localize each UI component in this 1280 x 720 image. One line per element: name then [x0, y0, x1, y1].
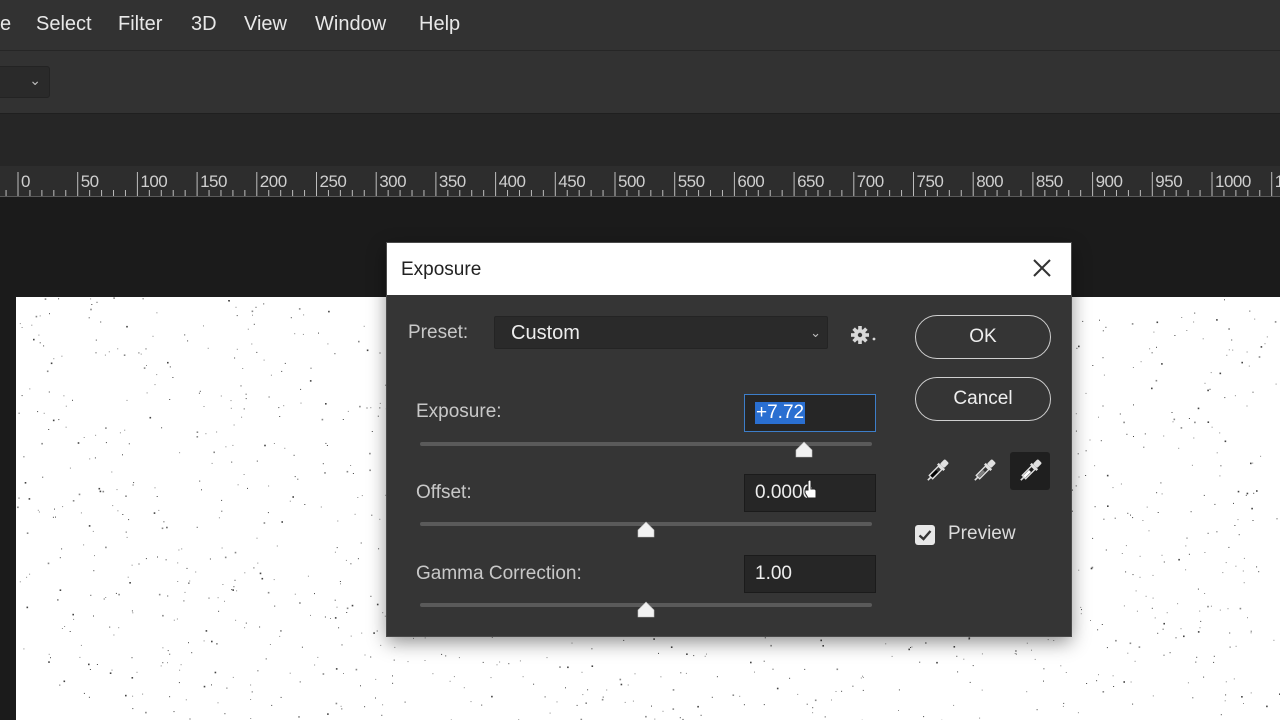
- checkmark-icon: [918, 530, 932, 541]
- ok-button[interactable]: OK: [915, 315, 1051, 359]
- menu-item-help[interactable]: Help: [419, 13, 460, 36]
- ruler-label: 250: [319, 172, 347, 191]
- ruler-label: 150: [200, 172, 227, 191]
- black-point-eyedropper-icon[interactable]: [917, 452, 957, 490]
- chevron-down-icon: ⌄: [810, 325, 821, 340]
- ruler-label: 600: [737, 172, 765, 191]
- options-bar: ⌄: [0, 51, 1280, 114]
- exposure-slider-thumb[interactable]: [794, 441, 814, 459]
- menu-item-3d[interactable]: 3D: [191, 13, 217, 36]
- ruler-label: 750: [916, 172, 944, 191]
- menu-bar: e Select Filter 3D View Window Help: [0, 0, 1280, 51]
- ruler-label: 450: [558, 172, 586, 191]
- document-tab-strip: [0, 114, 1280, 166]
- offset-slider-thumb[interactable]: [636, 521, 656, 539]
- close-icon[interactable]: [1031, 257, 1053, 279]
- gamma-correction-label: Gamma Correction:: [416, 563, 582, 584]
- ruler-label: 0: [21, 172, 30, 191]
- gear-icon[interactable]: [850, 324, 880, 346]
- exposure-value: +7.72: [755, 402, 806, 424]
- ruler-label: 500: [618, 172, 645, 191]
- ruler-label: 350: [438, 172, 466, 191]
- ruler-label: 1: [1275, 172, 1280, 192]
- menu-item-select[interactable]: Select: [36, 13, 92, 36]
- gamma-slider-thumb[interactable]: [636, 601, 656, 619]
- dialog-titlebar: Exposure: [387, 243, 1071, 295]
- ruler-label: 1000: [1215, 172, 1251, 191]
- gamma-correction-value: 1.00: [755, 563, 792, 584]
- exposure-dialog: Exposure Preset: Custom ⌄ Exposure: +7.7…: [387, 243, 1071, 636]
- preset-label: Preset:: [408, 322, 469, 343]
- chevron-down-icon: ⌄: [29, 72, 41, 88]
- ruler-label: 400: [498, 172, 526, 191]
- cancel-button[interactable]: Cancel: [915, 377, 1051, 421]
- ruler-label: 800: [976, 172, 1004, 191]
- preset-value: Custom: [511, 322, 580, 344]
- menu-item-file[interactable]: e: [0, 13, 11, 36]
- ruler-label: 100: [140, 172, 168, 191]
- tool-preset-dropdown[interactable]: ⌄: [0, 66, 50, 98]
- ruler-label: 550: [677, 172, 705, 191]
- offset-label: Offset:: [416, 482, 472, 503]
- menu-item-window[interactable]: Window: [315, 13, 386, 36]
- ruler-label: 650: [797, 172, 824, 191]
- dialog-title: Exposure: [401, 259, 482, 280]
- ruler-label: 950: [1155, 172, 1183, 191]
- gamma-correction-input[interactable]: 1.00: [744, 555, 876, 593]
- ruler-label: 700: [856, 172, 884, 191]
- preset-select[interactable]: Custom ⌄: [494, 316, 828, 349]
- preview-label: Preview: [948, 523, 1016, 544]
- ruler-label: 300: [379, 172, 407, 191]
- ruler-label: 50: [80, 172, 99, 191]
- menu-item-view[interactable]: View: [244, 13, 287, 36]
- menu-item-filter[interactable]: Filter: [118, 13, 162, 36]
- gray-point-eyedropper-icon[interactable]: [964, 452, 1004, 490]
- exposure-label: Exposure:: [416, 401, 502, 422]
- ruler-label: 900: [1095, 172, 1123, 191]
- white-point-eyedropper-icon[interactable]: [1010, 452, 1050, 490]
- ruler-label: 200: [259, 172, 287, 191]
- exposure-input[interactable]: +7.72: [744, 394, 876, 432]
- ruler-label: 850: [1035, 172, 1063, 191]
- mouse-pointer-icon: [804, 479, 817, 499]
- preview-checkbox[interactable]: [915, 525, 935, 545]
- horizontal-ruler: 0 50 100 150 200 250 300 350 400 450 500 550 600 650 7…: [0, 166, 1280, 197]
